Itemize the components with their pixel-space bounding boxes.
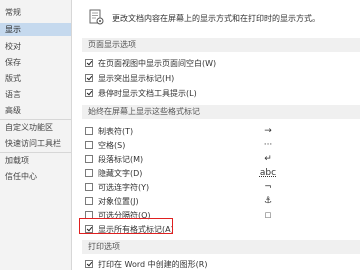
checkbox[interactable] <box>85 155 93 163</box>
options-sidebar: 常规 显示 校对 保存 版式 语言 高级 自定义功能区 快速访问工具栏 加载项 … <box>0 0 72 270</box>
hidden-text-mark-icon: abc <box>259 168 277 178</box>
option-label: 对象位置(J) <box>98 197 139 206</box>
checkbox[interactable] <box>85 127 93 135</box>
checkbox[interactable] <box>85 59 93 67</box>
option-label: 可选连字符(Y) <box>98 183 150 192</box>
checkbox[interactable] <box>85 260 93 268</box>
option-label: 段落标记(M) <box>98 155 144 164</box>
option-label: 在页面视图中显示页面间空白(W) <box>98 59 217 68</box>
optional-break-mark-icon: □ <box>264 211 272 219</box>
document-display-icon <box>89 9 104 25</box>
space-mark-icon: ··· <box>263 140 273 150</box>
option-label: 空格(S) <box>98 141 126 150</box>
page-display-section-header: 页面显示选项 <box>82 38 360 52</box>
checkbox[interactable] <box>85 74 93 82</box>
checkbox[interactable] <box>85 169 93 177</box>
option-label: 打印在 Word 中创建的图形(R) <box>98 260 208 269</box>
format-marks-section-header: 始终在屏幕上显示这些格式标记 <box>82 105 360 119</box>
sidebar-item-display[interactable]: 显示 <box>0 23 71 36</box>
sidebar-item-customize-ribbon[interactable]: 自定义功能区 <box>0 121 71 134</box>
tab-mark-icon: → <box>264 126 272 136</box>
anchor-icon: ⚓ <box>263 196 273 206</box>
sidebar-item-save[interactable]: 保存 <box>0 56 71 69</box>
sidebar-item-trust-center[interactable]: 信任中心 <box>0 170 71 183</box>
print-section-header: 打印选项 <box>82 240 360 254</box>
sidebar-item-add-ins[interactable]: 加载项 <box>0 154 71 167</box>
sidebar-item-advanced[interactable]: 高级 <box>0 104 71 117</box>
sidebar-item-proofing[interactable]: 校对 <box>0 40 71 53</box>
checkbox[interactable] <box>85 89 93 97</box>
sidebar-item-general[interactable]: 常规 <box>0 6 71 19</box>
optional-hyphen-mark-icon: ¬ <box>264 182 272 192</box>
option-label: 隐藏文字(D) <box>98 169 143 178</box>
sidebar-item-layout[interactable]: 版式 <box>0 72 71 85</box>
checkbox[interactable] <box>85 197 93 205</box>
sidebar-item-language[interactable]: 语言 <box>0 88 71 101</box>
sidebar-divider <box>0 119 71 120</box>
option-label: 制表符(T) <box>98 127 134 136</box>
option-label: 悬停时显示文档工具提示(L) <box>98 89 197 98</box>
display-description: 更改文档内容在屏幕上的显示方式和在打印时的显示方式。 <box>112 14 320 23</box>
checkbox[interactable] <box>85 183 93 191</box>
paragraph-mark-icon: ↵ <box>264 154 272 164</box>
sidebar-divider <box>0 152 71 153</box>
highlight-annotation-box <box>79 218 173 234</box>
sidebar-item-quick-access-toolbar[interactable]: 快速访问工具栏 <box>0 137 71 150</box>
checkbox[interactable] <box>85 141 93 149</box>
option-label: 显示突出显示标记(H) <box>98 74 175 83</box>
